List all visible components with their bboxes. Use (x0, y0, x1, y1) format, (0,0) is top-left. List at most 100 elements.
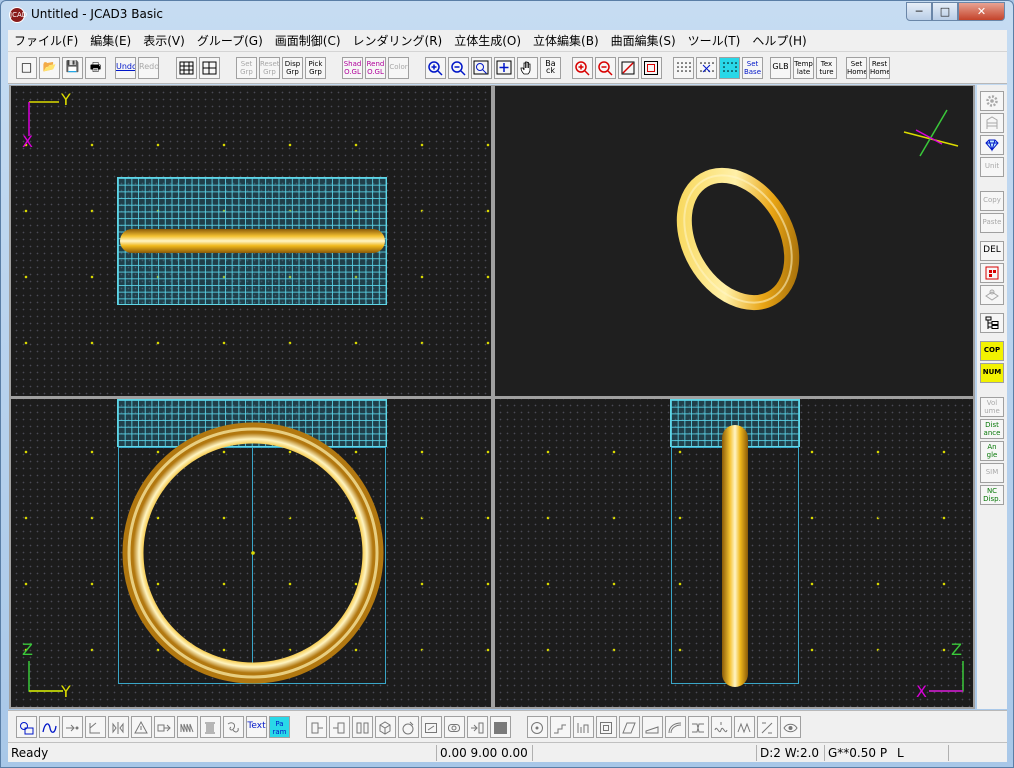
volume-button[interactable]: Vol ume (980, 397, 1004, 417)
pick-group-button[interactable]: Pick Grp (305, 57, 326, 79)
unit-button[interactable]: Unit (980, 157, 1004, 177)
curve-icon[interactable] (39, 716, 60, 738)
spring-icon[interactable] (200, 716, 221, 738)
maximize-button[interactable]: □ (932, 2, 958, 21)
zoom-fit-icon[interactable] (494, 57, 515, 79)
nc-display-button[interactable]: NC Disp. (980, 485, 1004, 505)
copy-button[interactable]: Copy (980, 191, 1004, 211)
restore-home-button[interactable]: Rest Home (869, 57, 890, 79)
tree-icon[interactable] (980, 313, 1004, 333)
text-button[interactable]: Text (246, 716, 267, 738)
triangle-icon[interactable] (131, 716, 152, 738)
branch-icon[interactable] (85, 716, 106, 738)
cop-toggle[interactable]: COP (980, 341, 1004, 361)
menu-help[interactable]: ヘルプ(H) (746, 30, 812, 52)
menu-screen-control[interactable]: 画面制御(C) (269, 30, 347, 52)
set-base-button[interactable]: Set Base (742, 57, 763, 79)
point-arrow-icon[interactable] (62, 716, 83, 738)
extend-left-icon[interactable] (306, 716, 327, 738)
redo-button[interactable]: Redo (138, 57, 159, 79)
menu-solid-create[interactable]: 立体生成(O) (448, 30, 527, 52)
menu-surface-edit[interactable]: 曲面編集(S) (605, 30, 682, 52)
zoom-out-red-icon[interactable] (595, 57, 616, 79)
print-icon[interactable]: 🖶 (85, 57, 106, 79)
group-list-icon[interactable] (199, 57, 220, 79)
bend-icon[interactable] (665, 716, 686, 738)
spiral-icon[interactable] (223, 716, 244, 738)
delete-button[interactable]: DEL (980, 241, 1004, 261)
gem-icon[interactable] (980, 135, 1004, 155)
title-bar[interactable]: JCAD Untitled - JCAD3 Basic ─ □ ✕ (1, 1, 1013, 30)
pan-hand-icon[interactable] (517, 57, 538, 79)
pick-view-icon[interactable] (618, 57, 639, 79)
menu-rendering[interactable]: レンダリング(R) (347, 30, 449, 52)
pattern-deform-icon[interactable] (734, 716, 755, 738)
new-file-icon[interactable]: □ (16, 57, 37, 79)
render-opengl-button[interactable]: Rend O.GL (365, 57, 386, 79)
capsule-icon[interactable] (444, 716, 465, 738)
zoom-in-icon[interactable] (425, 57, 446, 79)
cube-icon[interactable] (375, 716, 396, 738)
menu-group[interactable]: グループ(G) (191, 30, 269, 52)
zoom-in-red-icon[interactable] (572, 57, 593, 79)
back-view-button[interactable]: Ba ck (540, 57, 561, 79)
menu-tools[interactable]: ツール(T) (682, 30, 747, 52)
minimize-button[interactable]: ─ (906, 2, 932, 21)
global-button[interactable]: GLB (770, 57, 791, 79)
solid-fill-icon[interactable] (490, 716, 511, 738)
structure-icon[interactable] (980, 113, 1004, 133)
menu-file[interactable]: ファイル(F) (8, 30, 84, 52)
align-icon[interactable] (573, 716, 594, 738)
save-icon[interactable]: 💾 (62, 57, 83, 79)
undo-button[interactable]: Undo (115, 57, 136, 79)
grid-snap-icon[interactable] (696, 57, 717, 79)
viewport-front[interactable]: Z Y (11, 399, 491, 707)
shade-opengl-button[interactable]: Shad O.GL (342, 57, 363, 79)
template-button[interactable]: Temp late (793, 57, 814, 79)
gear-icon[interactable] (980, 91, 1004, 111)
step-icon[interactable] (550, 716, 571, 738)
ring-perspective[interactable] (662, 156, 813, 322)
viewport-top[interactable]: Y X (11, 86, 491, 396)
zoom-out-icon[interactable] (448, 57, 469, 79)
taper-icon[interactable] (642, 716, 663, 738)
grid-dots-icon[interactable] (673, 57, 694, 79)
push-icon[interactable] (467, 716, 488, 738)
wave-icon[interactable] (177, 716, 198, 738)
sim-button[interactable]: SIM (980, 463, 1004, 483)
open-folder-icon[interactable]: 📂 (39, 57, 60, 79)
grid-active-icon[interactable] (719, 57, 740, 79)
sphere-cut-icon[interactable] (398, 716, 419, 738)
shear-icon[interactable] (619, 716, 640, 738)
twist-icon[interactable] (688, 716, 709, 738)
extend-right-icon[interactable] (329, 716, 350, 738)
distance-button[interactable]: Dist ance (980, 419, 1004, 439)
set-home-button[interactable]: Set Home (846, 57, 867, 79)
menu-view[interactable]: 表示(V) (137, 30, 191, 52)
menu-solid-edit[interactable]: 立体編集(B) (527, 30, 605, 52)
box-frame-icon[interactable] (421, 716, 442, 738)
layer-icon[interactable] (980, 285, 1004, 305)
angle-button[interactable]: An gle (980, 441, 1004, 461)
rotate-circle-icon[interactable] (527, 716, 548, 738)
viewport-perspective[interactable] (495, 86, 973, 396)
param-button[interactable]: Pa ram (269, 716, 290, 738)
scale-icon[interactable] (596, 716, 617, 738)
window-frame-icon[interactable] (641, 57, 662, 79)
paste-button[interactable]: Paste (980, 213, 1004, 233)
split-icon[interactable] (352, 716, 373, 738)
zoom-window-icon[interactable] (471, 57, 492, 79)
path-deform-icon[interactable] (757, 716, 778, 738)
wave-deform-icon[interactable] (711, 716, 732, 738)
menu-edit[interactable]: 編集(E) (84, 30, 137, 52)
pattern-icon[interactable] (980, 263, 1004, 283)
close-button[interactable]: ✕ (958, 2, 1005, 21)
texture-button[interactable]: Tex ture (816, 57, 837, 79)
group-select-icon[interactable] (176, 57, 197, 79)
color-button[interactable]: Color (388, 57, 409, 79)
shape-select-icon[interactable] (16, 716, 37, 738)
viewport-side[interactable]: Z X (495, 399, 973, 707)
extrude-icon[interactable] (154, 716, 175, 738)
display-group-button[interactable]: Disp Grp (282, 57, 303, 79)
ring-side-profile[interactable] (722, 425, 748, 687)
